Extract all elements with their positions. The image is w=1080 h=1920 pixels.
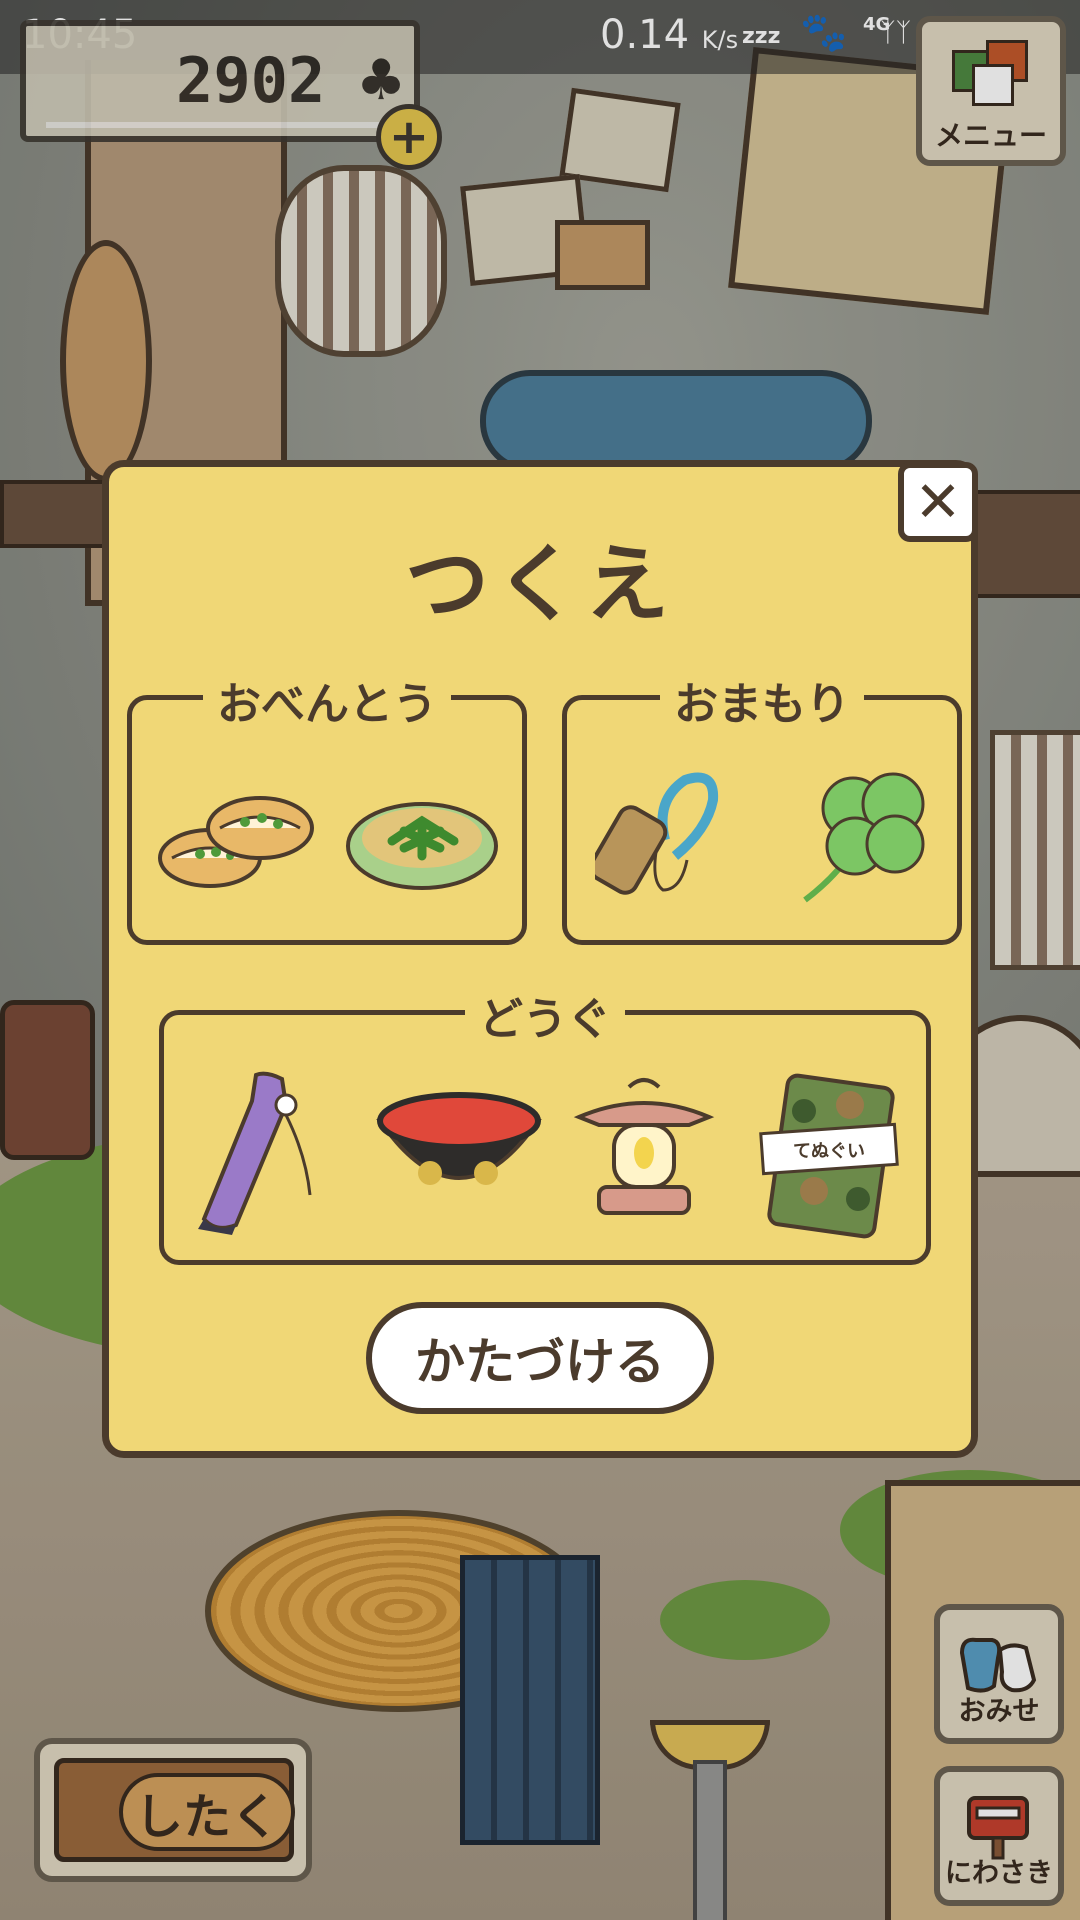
omamori-slot-label: おまもり	[660, 679, 864, 730]
log-sign-icon: したく	[54, 1758, 295, 1862]
purple-bottle-bag-icon[interactable]	[186, 1065, 326, 1239]
barred-window	[275, 165, 447, 357]
bell-charm-icon[interactable]	[588, 760, 735, 914]
log-disc	[60, 240, 152, 482]
leaf-pancake-icon[interactable]	[342, 786, 502, 900]
shop-button[interactable]: おみせ	[934, 1604, 1064, 1744]
blue-futon	[480, 370, 872, 472]
menu-button-label: メニュー	[934, 119, 1047, 152]
folding-screen	[460, 1555, 600, 1845]
counter-underline	[46, 122, 386, 128]
bento-slot-label: おべんとう	[203, 679, 451, 730]
pinned-note	[555, 220, 650, 290]
paw-icon: 🐾	[800, 10, 848, 54]
lamp-post	[693, 1760, 727, 1920]
camo-tenugui-icon[interactable]: てぬぐい	[754, 1071, 904, 1245]
prepare-button[interactable]: したく	[34, 1738, 312, 1882]
omamori-slot[interactable]: おまもり	[562, 679, 962, 945]
clover-counter: 2902 ♣	[20, 20, 420, 142]
clear-desk-button[interactable]: かたづける	[366, 1302, 714, 1414]
desk-dialog: つくえ おべんとう おまもり どうぐ てぬぐい かたづける	[102, 460, 978, 1458]
network-speed-unit: K/s	[701, 26, 739, 54]
signal-icon: ᛉᛉ	[880, 18, 912, 48]
clover-icon: ♣	[356, 48, 407, 113]
dougu-slot[interactable]: どうぐ てぬぐい	[159, 994, 931, 1265]
red-lacquer-bowl-icon[interactable]	[374, 1085, 544, 1219]
pastry-bento-icon[interactable]	[150, 788, 320, 902]
four-leaf-clover-icon[interactable]	[785, 760, 935, 914]
add-clover-button[interactable]: +	[376, 104, 442, 170]
network-speed: 0.14 K/s	[600, 12, 738, 58]
network-speed-value: 0.14	[600, 12, 690, 58]
prepare-button-label: したく	[119, 1773, 295, 1851]
tenugui-label: てぬぐい	[793, 1141, 865, 1162]
dougu-slot-label: どうぐ	[465, 994, 625, 1045]
lantern-icon[interactable]	[569, 1073, 719, 1227]
menu-cards-icon	[952, 40, 1032, 106]
garden-button-label: にわさき	[945, 1858, 1053, 1889]
dialog-title: つくえ	[404, 535, 675, 633]
shop-button-label: おみせ	[958, 1696, 1040, 1727]
menu-button[interactable]: メニュー	[916, 16, 1066, 166]
wooden-fence	[990, 730, 1080, 970]
close-icon[interactable]: ✕	[898, 462, 978, 542]
storage-jar	[0, 1000, 95, 1160]
garden-button[interactable]: にわさき	[934, 1766, 1064, 1906]
grass-patch	[660, 1580, 830, 1660]
bento-slot[interactable]: おべんとう	[127, 679, 527, 945]
clover-count: 2902	[176, 44, 326, 117]
sleep-icon: zzz	[742, 24, 781, 49]
